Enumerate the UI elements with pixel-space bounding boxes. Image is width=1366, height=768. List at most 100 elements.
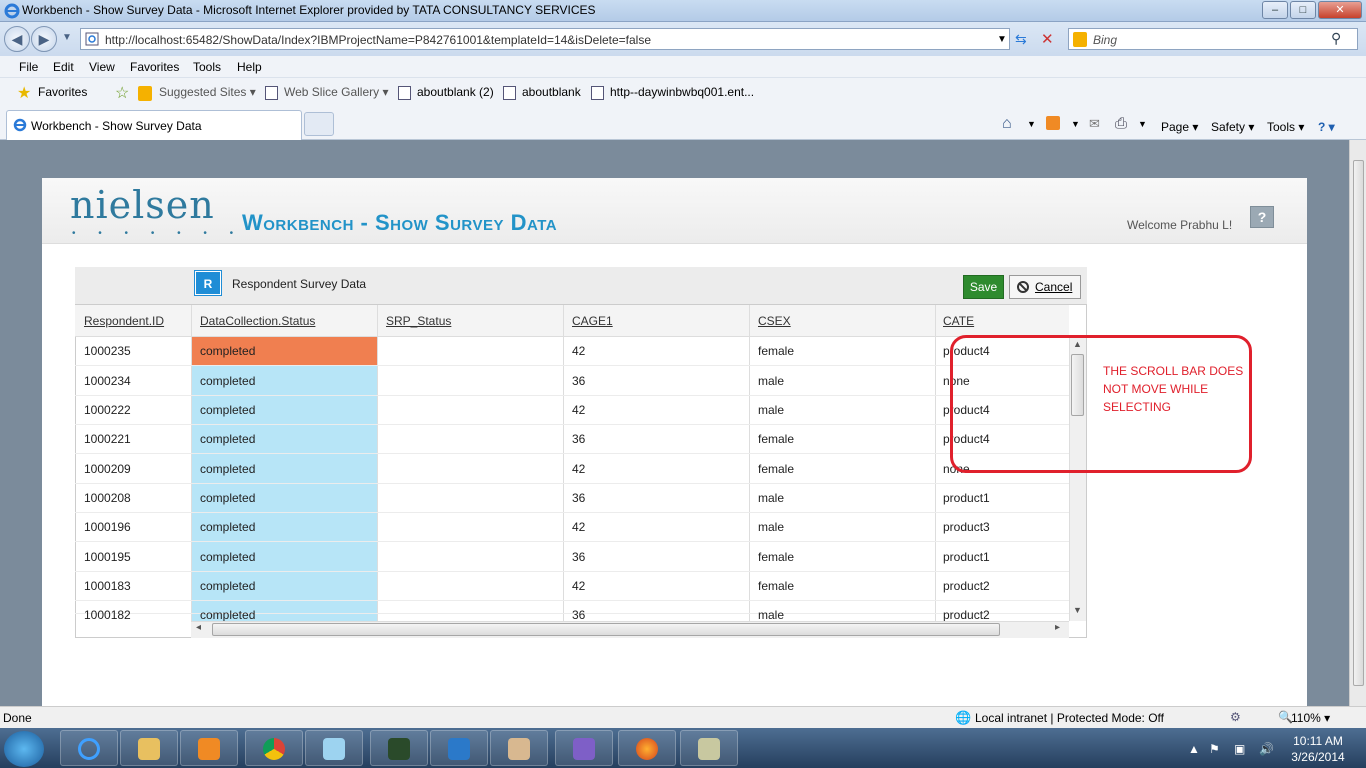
taskbar-visualstudio[interactable]: [555, 730, 613, 766]
mail-icon[interactable]: ✉: [1089, 116, 1100, 132]
url-text: http://localhost:65482/ShowData/Index?IB…: [105, 33, 652, 47]
page-scroll-thumb[interactable]: [1353, 160, 1364, 686]
tools-icon: [698, 738, 720, 760]
fav-daywinbwbq[interactable]: http--daywinbwbq001.ent...: [610, 85, 754, 99]
cell-cate: product2: [943, 608, 990, 621]
column-header-csex[interactable]: CSEX: [758, 314, 791, 328]
taskbar-ie[interactable]: [60, 730, 118, 766]
refresh-icon[interactable]: ⇆: [1015, 31, 1027, 48]
menu-favorites[interactable]: Favorites: [130, 60, 179, 74]
fav-aboutblank-2[interactable]: aboutblank (2): [417, 85, 494, 99]
cell-csex: female: [758, 344, 795, 358]
save-button[interactable]: Save: [963, 275, 1004, 299]
column-header-respondent-id[interactable]: Respondent.ID: [84, 314, 164, 328]
taskbar-notes[interactable]: [305, 730, 363, 766]
home-icon[interactable]: ⌂: [1002, 115, 1012, 133]
tray-expand-icon[interactable]: ▲: [1188, 742, 1200, 756]
clock-date: 3/26/2014: [1291, 750, 1345, 764]
clock[interactable]: 10:11 AM 3/26/2014: [1283, 733, 1353, 765]
stop-icon[interactable]: ✕: [1041, 30, 1054, 48]
menu-help[interactable]: Help: [237, 60, 262, 74]
page-vertical-scrollbar[interactable]: [1349, 140, 1366, 706]
protected-mode-icon[interactable]: ⚙: [1230, 710, 1241, 724]
column-header-datacollection-status[interactable]: DataCollection.Status: [200, 314, 315, 328]
search-box[interactable]: Bing ⚲: [1068, 28, 1358, 50]
cell-respondent-id: 1000196: [84, 520, 131, 534]
start-button[interactable]: [4, 731, 44, 767]
menu-view[interactable]: View: [89, 60, 115, 74]
feeds-icon[interactable]: [1046, 116, 1060, 130]
action-center-flag-icon[interactable]: ⚑: [1209, 742, 1220, 756]
window-title: Workbench - Show Survey Data - Microsoft…: [22, 3, 596, 17]
cell-respondent-id: 1000221: [84, 432, 131, 446]
column-header-srp-status[interactable]: SRP_Status: [386, 314, 451, 328]
taskbar-tools[interactable]: [680, 730, 738, 766]
grid-horizontal-thumb[interactable]: [212, 623, 1000, 636]
back-button[interactable]: ◀: [4, 26, 30, 52]
cell-cage1: 42: [572, 344, 586, 358]
fav-web-slice-gallery[interactable]: Web Slice Gallery ▾: [284, 85, 389, 99]
page-menu[interactable]: Page ▾: [1161, 120, 1198, 134]
taskbar-media[interactable]: [180, 730, 238, 766]
fav-aboutblank[interactable]: aboutblank: [522, 85, 581, 99]
cell-datacollection-status[interactable]: completed: [200, 491, 255, 505]
scroll-down-icon[interactable]: ▼: [1073, 605, 1082, 615]
taskbar-terminal[interactable]: [370, 730, 428, 766]
search-icon[interactable]: ⚲: [1331, 30, 1341, 47]
taskbar-lync[interactable]: [430, 730, 488, 766]
minimize-button[interactable]: –: [1262, 1, 1288, 19]
favorites-button[interactable]: Favorites: [38, 85, 87, 99]
taskbar-chrome[interactable]: [245, 730, 303, 766]
help-button[interactable]: ?: [1250, 206, 1274, 228]
scroll-right-icon[interactable]: ▸: [1055, 622, 1060, 633]
cell-datacollection-status[interactable]: completed: [200, 579, 255, 593]
fav-suggested-sites[interactable]: Suggested Sites ▾: [159, 85, 256, 99]
safety-menu[interactable]: Safety ▾: [1211, 120, 1254, 134]
new-tab-button[interactable]: [304, 112, 334, 136]
taskbar-paint[interactable]: [490, 730, 548, 766]
maximize-button[interactable]: □: [1290, 1, 1316, 19]
cell-datacollection-status[interactable]: completed: [200, 462, 255, 476]
print-dropdown-icon[interactable]: ▼: [1138, 119, 1147, 129]
intranet-icon: 🌐: [955, 710, 972, 725]
taskbar-explorer[interactable]: [120, 730, 178, 766]
cell-datacollection-status[interactable]: completed: [200, 403, 255, 417]
cell-respondent-id: 1000182: [84, 608, 131, 621]
feeds-dropdown-icon[interactable]: ▼: [1071, 119, 1080, 129]
cell-datacollection-status[interactable]: completed: [200, 608, 255, 621]
column-header-cage1[interactable]: CAGE1: [572, 314, 613, 328]
home-dropdown-icon[interactable]: ▼: [1027, 119, 1036, 129]
tab-workbench[interactable]: Workbench - Show Survey Data: [6, 110, 302, 140]
zoom-level[interactable]: 110% ▾: [1291, 711, 1330, 725]
terminal-icon: [388, 738, 410, 760]
cell-datacollection-status[interactable]: completed: [200, 344, 255, 358]
volume-icon[interactable]: 🔊: [1259, 742, 1274, 756]
address-dropdown-icon[interactable]: ▼: [997, 34, 1007, 45]
close-window-button[interactable]: ✕: [1318, 1, 1362, 19]
scroll-left-icon[interactable]: ◂: [196, 622, 201, 633]
cell-cage1: 42: [572, 579, 586, 593]
network-icon[interactable]: ▣: [1234, 742, 1245, 756]
clock-time: 10:11 AM: [1293, 734, 1343, 748]
tools-menu[interactable]: Tools ▾: [1267, 120, 1304, 134]
menu-edit[interactable]: Edit: [53, 60, 74, 74]
cell-datacollection-status[interactable]: completed: [200, 520, 255, 534]
media-player-icon: [198, 738, 220, 760]
menu-file[interactable]: File: [19, 60, 38, 74]
add-favorite-icon[interactable]: ☆: [115, 83, 129, 103]
cancel-button[interactable]: Cancel: [1009, 275, 1081, 299]
print-icon[interactable]: ⎙: [1115, 115, 1127, 132]
column-header-cate[interactable]: CATE: [943, 314, 974, 328]
cell-datacollection-status[interactable]: completed: [200, 432, 255, 446]
cell-cage1: 42: [572, 462, 586, 476]
taskbar-firefox[interactable]: [618, 730, 676, 766]
menu-tools[interactable]: Tools: [193, 60, 221, 74]
cell-datacollection-status[interactable]: completed: [200, 374, 255, 388]
history-dropdown-icon[interactable]: ▼: [62, 32, 72, 43]
cell-datacollection-status[interactable]: completed: [200, 550, 255, 564]
address-bar[interactable]: http://localhost:65482/ShowData/Index?IB…: [80, 28, 1010, 50]
help-menu[interactable]: ? ▾: [1318, 120, 1335, 134]
forward-button[interactable]: ▶: [31, 26, 57, 52]
cell-respondent-id: 1000234: [84, 374, 131, 388]
cell-cate: product1: [943, 491, 990, 505]
